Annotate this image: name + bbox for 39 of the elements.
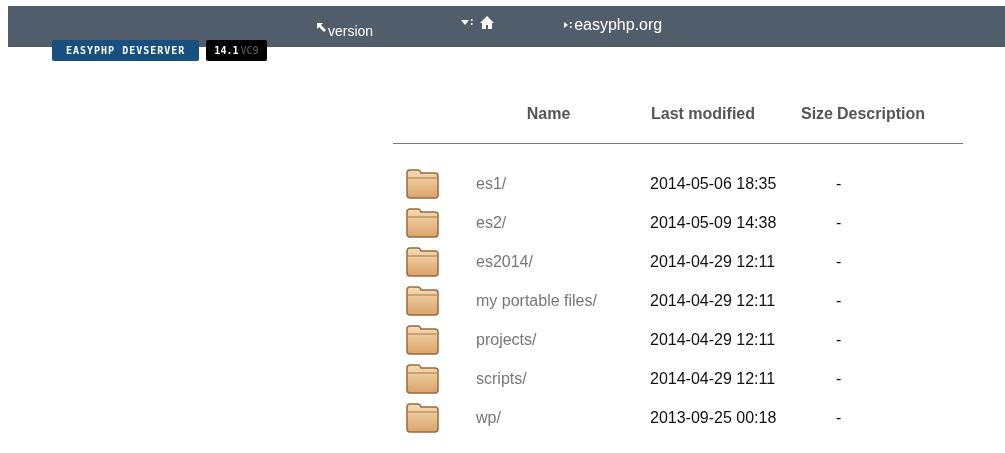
- folder-icon: [405, 324, 439, 355]
- column-header[interactable]: Name: [526, 105, 571, 123]
- folder-icon: [405, 246, 439, 277]
- column-header[interactable]: Description: [837, 105, 926, 123]
- folder-icon: [405, 285, 439, 316]
- play-icon: [564, 19, 573, 30]
- arrow-icon: [316, 22, 327, 33]
- folder-link[interactable]: my portable files/: [476, 291, 650, 310]
- folder-icon: [405, 363, 439, 394]
- version-link[interactable]: version: [316, 22, 374, 39]
- file-size: -: [836, 291, 843, 310]
- modified-date: 2014-05-06 18:35: [650, 174, 778, 193]
- folder-icon: [405, 402, 439, 433]
- file-size: -: [836, 174, 843, 193]
- folder-link[interactable]: es2/: [476, 213, 650, 232]
- folder-link[interactable]: scripts/: [476, 369, 650, 388]
- caret-icon[interactable]: [461, 17, 474, 28]
- file-size: -: [836, 252, 843, 271]
- file-size: -: [836, 330, 843, 349]
- modified-date: 2014-04-29 12:11: [650, 369, 777, 388]
- folder-link[interactable]: wp/: [476, 408, 650, 427]
- folder-icon: [405, 207, 439, 238]
- folder-link[interactable]: es2014/: [476, 252, 650, 271]
- folder-link[interactable]: es1/: [476, 174, 650, 193]
- home-icon[interactable]: [480, 16, 495, 29]
- folder-link[interactable]: projects/: [476, 330, 650, 349]
- file-size: -: [836, 369, 843, 388]
- folder-icon: [405, 168, 439, 199]
- modified-date: 2013-09-25 00:18: [650, 408, 778, 427]
- file-size: -: [836, 408, 843, 427]
- file-size: -: [836, 213, 843, 232]
- site-link[interactable]: easyphp.org: [564, 15, 663, 34]
- modified-date: 2014-04-29 12:11: [650, 330, 777, 349]
- modified-date: 2014-05-09 14:38: [650, 213, 778, 232]
- modified-date: 2014-04-29 12:11: [650, 291, 777, 310]
- modified-date: 2014-04-29 12:11: [650, 252, 777, 271]
- product-badge: EASYPHP DEVSERVER: [52, 40, 200, 61]
- column-header[interactable]: Size: [801, 105, 833, 123]
- version-badge: 14.1 VC9: [206, 40, 267, 61]
